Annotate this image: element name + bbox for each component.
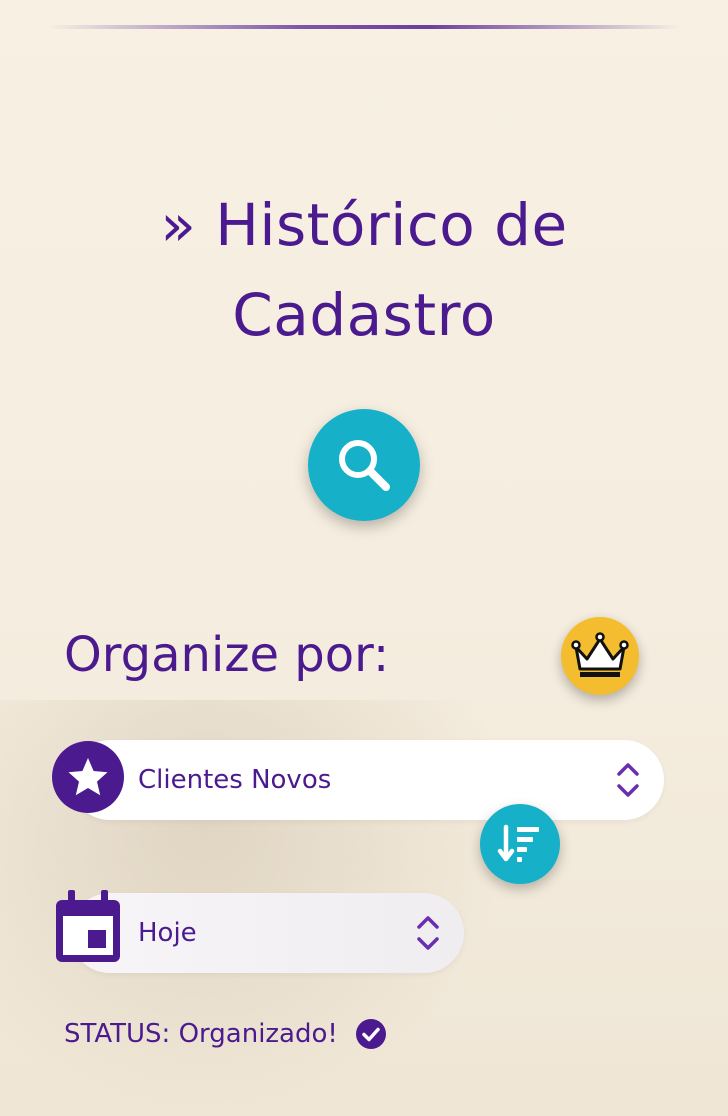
category-select-value: Clientes Novos: [138, 765, 332, 795]
calendar-icon: [56, 890, 120, 962]
sort-button[interactable]: [480, 804, 560, 884]
page-title-line-1: » Histórico de: [160, 191, 568, 259]
crown-icon: [571, 632, 629, 677]
organize-label: Organize por:: [64, 627, 390, 683]
top-divider: [48, 25, 680, 29]
star-icon: [68, 758, 108, 796]
star-badge: [52, 741, 124, 813]
page-title: » Histórico de Cadastro: [0, 180, 728, 360]
select-arrows-icon: [417, 916, 439, 950]
check-circle-icon: [355, 1019, 386, 1049]
select-arrows-icon: [617, 763, 639, 797]
search-icon: [339, 440, 390, 491]
page: » Histórico de Cadastro Organize por: Cl…: [0, 0, 728, 1116]
period-select[interactable]: Hoje: [70, 893, 464, 973]
category-select[interactable]: Clientes Novos: [70, 740, 664, 820]
sort-descending-icon: [497, 824, 539, 862]
status-row: STATUS: Organizado!: [64, 1014, 386, 1054]
period-select-value: Hoje: [138, 918, 197, 948]
premium-button[interactable]: [561, 617, 639, 695]
page-title-line-2: Cadastro: [232, 281, 496, 349]
status-text: STATUS: Organizado!: [64, 1019, 338, 1049]
search-button[interactable]: [308, 409, 420, 521]
